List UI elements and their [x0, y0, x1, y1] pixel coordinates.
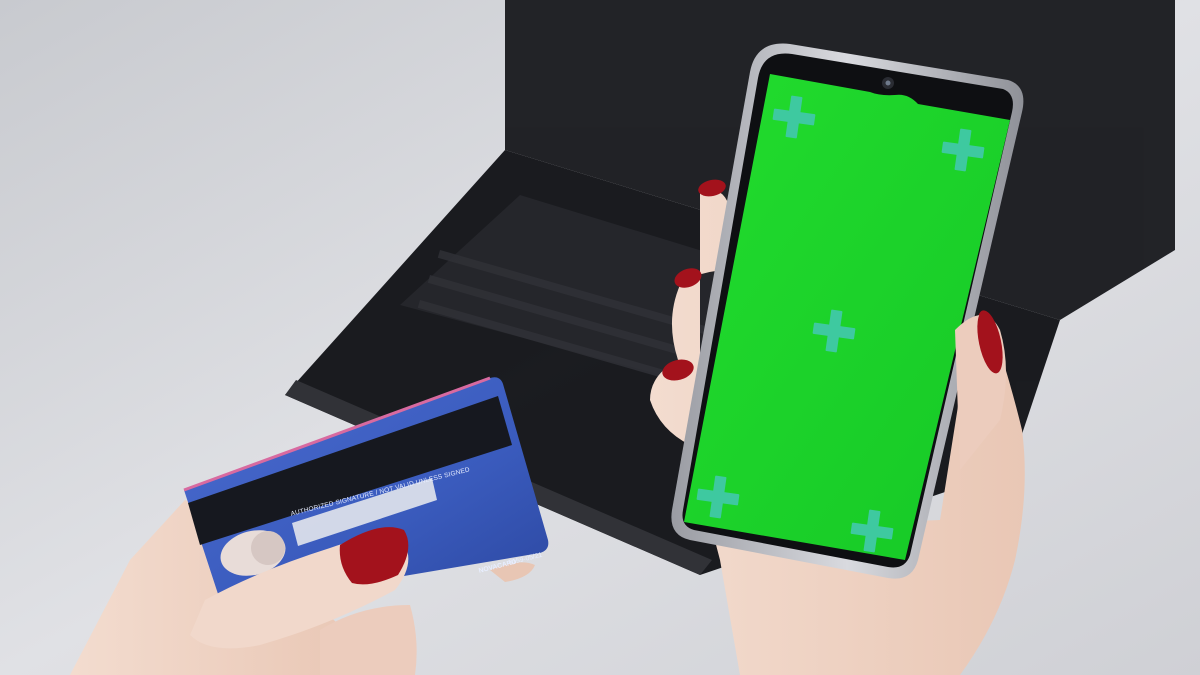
- photo-scene: AUTHORIZED SIGNATURE / NOT VALID UNLESS …: [0, 0, 1200, 675]
- front-camera-lens: [885, 80, 891, 86]
- scene-graphics: [0, 0, 1200, 675]
